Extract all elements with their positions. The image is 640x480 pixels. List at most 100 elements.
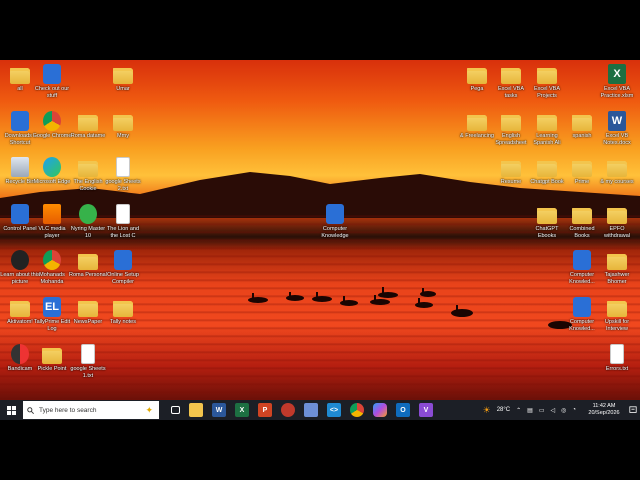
desktop-icon[interactable]: EL TallyPrime Edit Log (32, 297, 72, 332)
desktop-icon[interactable]: NewsPaper (68, 297, 108, 326)
desktop-icon[interactable]: The English Cookie (68, 157, 108, 192)
word-file-icon: W (608, 111, 626, 131)
clock[interactable]: 11:42 AM 20/Sep/2026 (584, 403, 624, 417)
desktop-icon[interactable]: Errors.txt (597, 344, 637, 373)
desktop-icon-label: Prime (574, 179, 590, 185)
desktop-icon[interactable]: Excel VBA tasks (491, 64, 531, 99)
desktop-icon[interactable]: Google Chrome (32, 111, 72, 140)
clock-time: 11:42 AM (592, 403, 616, 409)
tally-icon: EL (43, 297, 61, 317)
powerpoint-icon[interactable]: P (258, 403, 272, 417)
folder-icon (537, 208, 557, 224)
snipping-tool-icon[interactable] (304, 403, 318, 417)
desktop-icon-label: Computer Knowled... (569, 319, 595, 332)
desktop-icon-label: Check out our stuff (34, 86, 70, 99)
desktop-icon[interactable]: Mmy (103, 111, 143, 140)
folder-icon (607, 208, 627, 224)
excel-file-icon: X (608, 64, 626, 84)
visual-studio-icon[interactable]: V (419, 403, 433, 417)
computer-icon (573, 250, 591, 270)
excel-icon[interactable]: X (235, 403, 249, 417)
desktop-icon[interactable]: & my courses (597, 157, 637, 186)
desktop-icon[interactable]: Chatgpt Book (527, 157, 567, 186)
clock-date: 20/Sep/2026 (588, 410, 620, 416)
battery-icon[interactable]: ▭ (539, 407, 545, 414)
desktop-icon[interactable]: Tajashwer Bhomer (597, 250, 637, 285)
computer-icon (573, 297, 591, 317)
globe-icon[interactable]: ◎ (561, 407, 566, 414)
desktop-icon[interactable]: google Sheets 2.txt (103, 157, 143, 192)
desktop-icon[interactable]: Combined Books (562, 204, 602, 239)
notification-icon[interactable] (626, 400, 640, 420)
app-icon (114, 250, 132, 270)
desktop-icon-label: Excel VB Notes.docx (603, 133, 631, 146)
desktop-icon[interactable]: Mohanads Mohanda (32, 250, 72, 285)
desktop-icon[interactable]: Microsoft Edge (32, 157, 72, 186)
folder-icon (467, 68, 487, 84)
desktop-icon[interactable]: Learning Spanish Ali (527, 111, 567, 146)
desktop-icon[interactable]: Online Setup Compiler (103, 250, 143, 285)
outlook-icon[interactable]: O (396, 403, 410, 417)
copilot-icon[interactable] (373, 403, 387, 417)
desktop-icon-label: google Sheets 2.txt (105, 179, 141, 192)
desktop-icon[interactable]: ChatGPT Ebooks (527, 204, 567, 239)
desktop-icon[interactable]: Pickle Point (32, 344, 72, 373)
desktop-icon[interactable]: Umar (103, 64, 143, 93)
record-icon[interactable] (281, 403, 295, 417)
desktop-icon[interactable]: Resume (491, 157, 531, 186)
folder-icon (572, 208, 592, 224)
desktop-icon-label: TallyPrime Edit Log (33, 319, 71, 332)
speaker-icon[interactable]: ◁ (551, 407, 556, 414)
desktop-icon[interactable]: W Excel VB Notes.docx (597, 111, 637, 146)
desktop-icon[interactable]: Computer Knowled... (562, 250, 602, 285)
desktop-icon[interactable]: Tally notes (103, 297, 143, 326)
desktop-icon[interactable]: EPFO withdrawal (597, 204, 637, 239)
folder-icon (537, 161, 557, 177)
desktop-icon[interactable]: Computer Knowled... (562, 297, 602, 332)
wifi-icon[interactable]: ◔ (572, 407, 576, 413)
word-icon[interactable]: W (212, 403, 226, 417)
desktop-icon[interactable]: VLC media player (32, 204, 72, 239)
folder-icon (607, 301, 627, 317)
desktop-icon-label: ChatGPT Ebooks (535, 226, 559, 239)
green-app-icon (79, 204, 97, 224)
weather-temperature[interactable]: 28°C (497, 407, 510, 413)
desktop-icon[interactable]: Roma Personal (68, 250, 108, 279)
desktop-icon-label: & my courses (600, 179, 634, 185)
desktop-icon-label: The English Cookie (73, 179, 103, 192)
text-file-icon (610, 344, 624, 364)
desktop-icon-label: Computer Knowledge (321, 226, 349, 239)
folder-icon (607, 254, 627, 270)
network-icon[interactable]: ▤ (527, 407, 533, 414)
desktop-icon[interactable]: Check out our stuff (32, 64, 72, 99)
screen: all Check out our stuff Umar Pega Excel VBA … (0, 0, 640, 480)
vscode-icon[interactable]: <> (327, 403, 341, 417)
desktop-icon[interactable]: English Spreadsheet (491, 111, 531, 146)
app-icon (11, 204, 29, 224)
taskbar-search-box[interactable]: Type here to search ✦ (23, 401, 159, 419)
desktop-icon-label: VLC media player (38, 226, 66, 239)
chevron-up-icon[interactable]: ⌃ (516, 407, 521, 414)
chrome-icon[interactable] (350, 403, 364, 417)
desktop-icon[interactable]: spanish (562, 111, 602, 140)
file-explorer-icon[interactable] (189, 403, 203, 417)
desktop-icon[interactable]: Roma datame (68, 111, 108, 140)
search-icon (27, 406, 34, 414)
folder-icon (501, 68, 521, 84)
app-icon (11, 111, 29, 131)
desktop-icon[interactable]: Upskill for Interview (597, 297, 637, 332)
task-view-icon[interactable] (171, 406, 180, 414)
bing-sparkle-icon: ✦ (145, 404, 153, 415)
desktop-icon[interactable]: X Excel VBA Practice.xlsm (597, 64, 637, 99)
desktop-icon[interactable]: Excel VBA Projects (527, 64, 567, 99)
desktop-icon-label: Resume (500, 179, 522, 185)
desktop-icon[interactable]: Prime (562, 157, 602, 186)
desktop-icon[interactable]: The Lion and the Lost C (103, 204, 143, 239)
desktop-icon[interactable]: google Sheets 1.txt (68, 344, 108, 379)
desktop-icon[interactable]: Nyring Master 10 (68, 204, 108, 239)
desktop-icon-label: Umar (116, 86, 130, 92)
folder-icon (10, 68, 30, 84)
weather-icon[interactable]: ☀ (483, 405, 491, 416)
start-button[interactable] (0, 400, 22, 420)
desktop-icon[interactable]: Computer Knowledge (315, 204, 355, 239)
